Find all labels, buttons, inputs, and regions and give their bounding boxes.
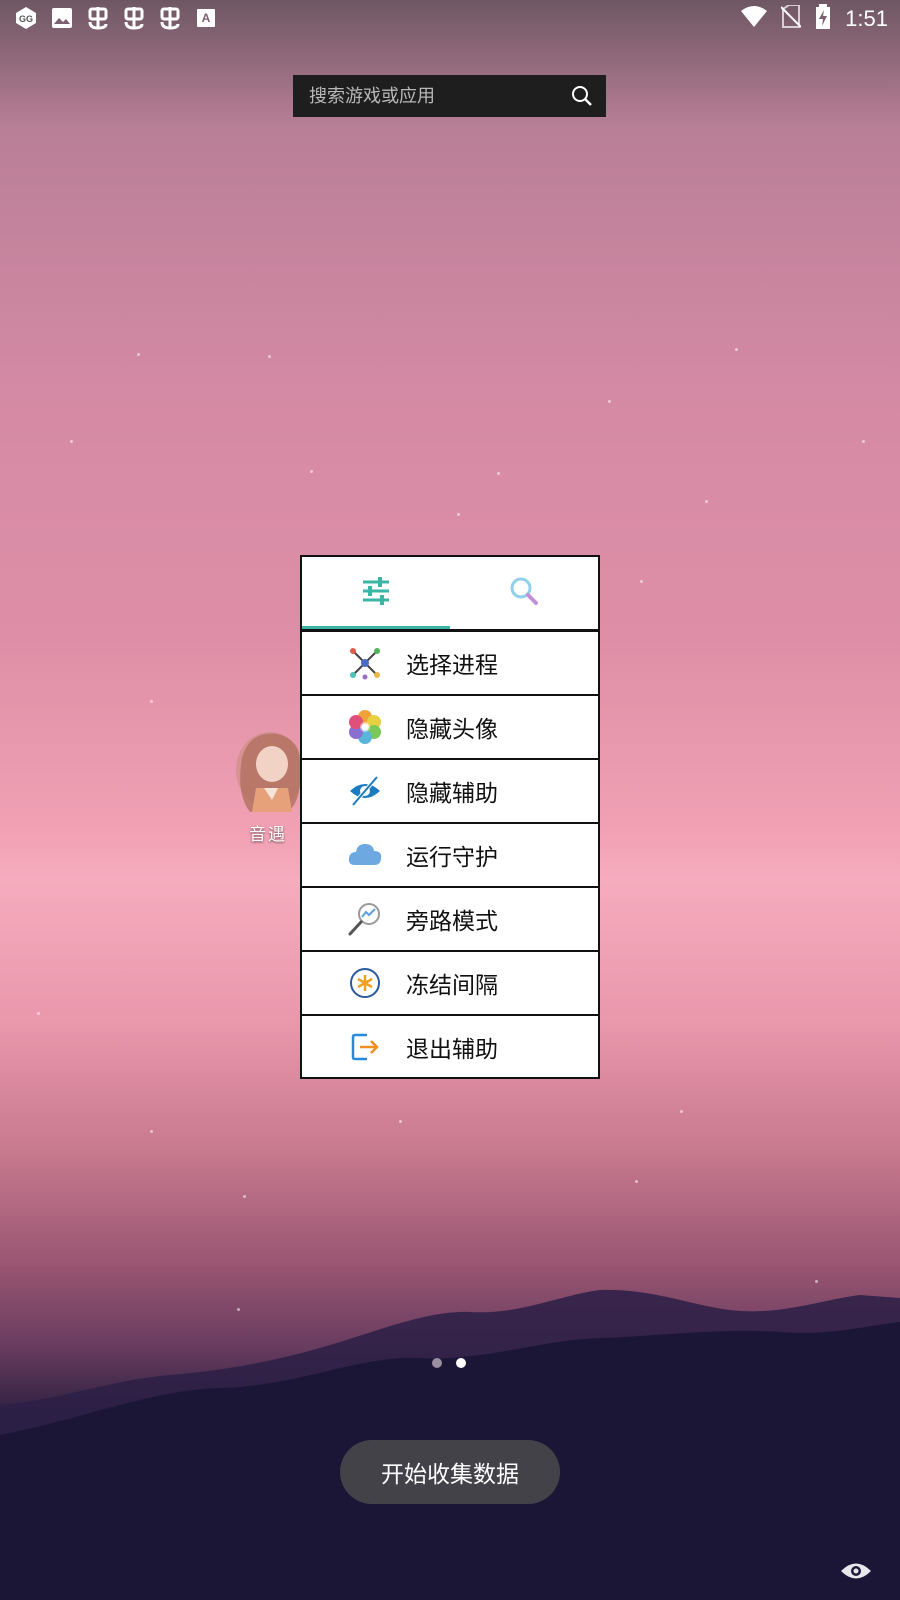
bug-icon: [122, 6, 146, 30]
wallpaper-mountains: [0, 1289, 900, 1600]
page-dot-active[interactable]: [456, 1358, 466, 1368]
menu-item-label: 冻结间隔: [406, 973, 498, 999]
menu-item-label: 选择进程: [406, 653, 498, 679]
menu-item-label: 隐藏辅助: [406, 781, 498, 807]
floating-tool-panel: 选择进程 隐藏头像 隐藏辅助 运行守护 旁路模式 冻结间隔 退出辅助: [300, 555, 600, 1079]
search-bar[interactable]: [293, 75, 606, 117]
a-icon: A: [194, 6, 218, 30]
menu-item-exit-assist[interactable]: 退出辅助: [302, 1016, 598, 1078]
snowflake-icon: [346, 964, 384, 1002]
toast-message: 开始收集数据: [340, 1440, 560, 1504]
notification-icons: GG A: [14, 6, 218, 30]
svg-text:GG: GG: [19, 14, 33, 24]
home-screen: GG A 1:51 搜索游戏或应用 音遇 选择进程 隐藏头像 隐藏辅助 运行守护…: [0, 0, 900, 1600]
app-avatar-icon: [230, 728, 306, 820]
eye-hidden-icon: [346, 772, 384, 810]
panel-tabs: [302, 557, 598, 629]
eye-icon[interactable]: [840, 1560, 872, 1582]
system-icons: 1:51: [741, 4, 888, 34]
search-icon: [509, 576, 539, 610]
wifi-icon: [741, 6, 768, 32]
gg-app-icon: GG: [14, 6, 38, 30]
tab-search[interactable]: [450, 557, 598, 629]
menu-item-label: 隐藏头像: [406, 717, 498, 743]
sliders-icon: [361, 576, 391, 610]
menu-item-label: 旁路模式: [406, 909, 498, 935]
menu-item-label: 运行守护: [406, 845, 498, 871]
bug-icon: [158, 6, 182, 30]
status-bar: GG A 1:51: [0, 0, 900, 38]
search-input[interactable]: [307, 84, 561, 108]
menu-item-freeze-interval[interactable]: 冻结间隔: [302, 952, 598, 1016]
bug-icon: [86, 6, 110, 30]
flower-icon: [346, 708, 384, 746]
app-shortcut-yinyu[interactable]: 音遇: [228, 728, 308, 848]
menu-item-label: 退出辅助: [406, 1037, 498, 1063]
page-indicator: [432, 1358, 466, 1368]
menu-item-run-guard[interactable]: 运行守护: [302, 824, 598, 888]
battery-charging-icon: [815, 4, 831, 34]
app-label: 音遇: [249, 825, 287, 845]
menu-item-hide-assist[interactable]: 隐藏辅助: [302, 760, 598, 824]
tab-settings[interactable]: [302, 557, 450, 629]
search-icon[interactable]: [570, 84, 594, 108]
image-icon: [50, 6, 74, 30]
exit-icon: [346, 1028, 384, 1066]
svg-text:A: A: [202, 11, 211, 25]
menu-item-bypass-mode[interactable]: 旁路模式: [302, 888, 598, 952]
page-dot[interactable]: [432, 1358, 442, 1368]
menu-item-hide-avatar[interactable]: 隐藏头像: [302, 696, 598, 760]
clock: 1:51: [845, 6, 888, 31]
no-sim-icon: [780, 4, 802, 33]
magnifier-chart-icon: [346, 900, 384, 938]
cloud-icon: [346, 836, 384, 874]
menu-item-select-process[interactable]: 选择进程: [302, 632, 598, 696]
process-graph-icon: [346, 644, 384, 682]
